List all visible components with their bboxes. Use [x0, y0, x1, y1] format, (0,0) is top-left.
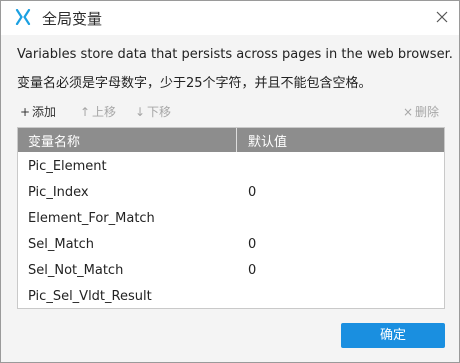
column-divider[interactable] — [236, 128, 237, 152]
arrow-up-icon: ↑ — [79, 105, 91, 119]
delete-x-icon: × — [402, 105, 414, 119]
move-down-label: 下移 — [147, 105, 172, 119]
variable-name-cell[interactable]: Sel_Match — [28, 237, 94, 252]
variable-name-cell[interactable]: Sel_Not_Match — [28, 263, 123, 278]
dialog-title: 全局变量 — [42, 10, 103, 28]
add-label: 添加 — [32, 105, 57, 119]
variables-table: 变量名称 默认值 Pic_Element Pic_Index 0 Element… — [17, 127, 445, 309]
variable-name-cell[interactable]: Pic_Sel_Vldt_Result — [28, 289, 152, 304]
close-icon[interactable] — [433, 8, 451, 26]
move-up-label: 上移 — [92, 105, 117, 119]
table-row[interactable]: Pic_Index 0 — [18, 180, 444, 206]
table-header: 变量名称 默认值 — [18, 128, 444, 152]
global-variables-dialog: 全局变量 Variables store data that persists … — [0, 0, 460, 363]
move-up-button[interactable]: ↑ 上移 — [79, 103, 116, 120]
variable-name-cell[interactable]: Pic_Index — [28, 185, 89, 200]
title-bar: 全局变量 — [1, 1, 459, 34]
plus-icon: + — [19, 105, 31, 119]
description-chinese: 变量名必须是字母数字，少于25个字符，并且不能包含空格。 — [17, 76, 372, 91]
dialog-body: Variables store data that persists acros… — [1, 35, 459, 362]
variables-toolbar: + 添加 ↑ 上移 ↓ 下移 × 删除 — [1, 101, 459, 123]
table-row[interactable]: Pic_Element — [18, 154, 444, 180]
variable-name-cell[interactable]: Pic_Element — [28, 159, 107, 174]
default-value-cell[interactable]: 0 — [248, 263, 256, 278]
table-row[interactable]: Sel_Not_Match 0 — [18, 258, 444, 284]
delete-label: 删除 — [415, 105, 440, 119]
column-header-default[interactable]: 默认值 — [248, 131, 287, 150]
description-english: Variables store data that persists acros… — [17, 47, 453, 62]
table-row[interactable]: Sel_Match 0 — [18, 232, 444, 258]
move-down-button[interactable]: ↓ 下移 — [134, 103, 171, 120]
variable-name-cell[interactable]: Element_For_Match — [28, 211, 155, 226]
arrow-down-icon: ↓ — [134, 105, 146, 119]
add-button[interactable]: + 添加 — [19, 103, 56, 120]
table-row[interactable]: Element_For_Match — [18, 206, 444, 232]
table-row[interactable]: Pic_Sel_Vldt_Result — [18, 284, 444, 308]
ok-button[interactable]: 确定 — [341, 323, 445, 348]
delete-button[interactable]: × 删除 — [402, 103, 439, 120]
column-header-name[interactable]: 变量名称 — [28, 131, 80, 150]
default-value-cell[interactable]: 0 — [248, 185, 256, 200]
axure-x-logo-icon — [15, 9, 31, 25]
default-value-cell[interactable]: 0 — [248, 237, 256, 252]
